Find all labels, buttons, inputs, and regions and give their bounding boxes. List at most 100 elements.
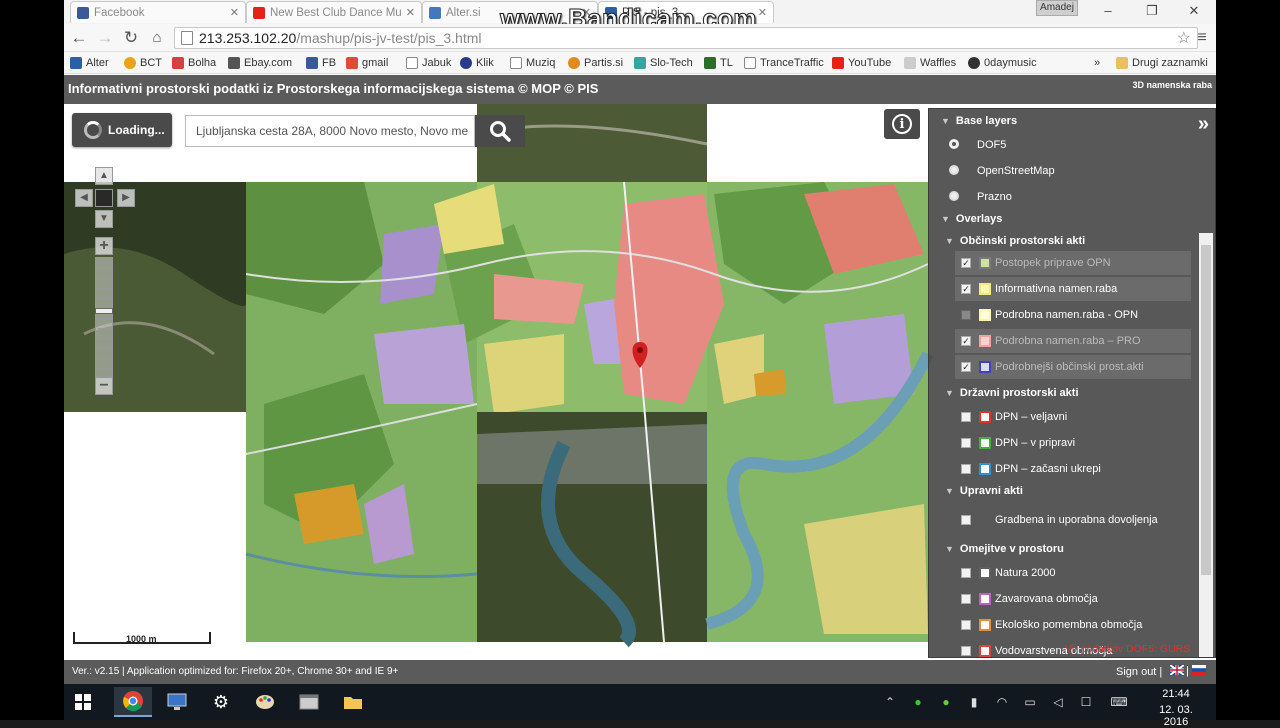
checkbox[interactable] — [961, 594, 971, 604]
checkbox[interactable]: ✓ — [961, 284, 971, 294]
address-search-input[interactable] — [185, 115, 475, 147]
overlay-ekolosko-pomembna[interactable]: Ekološko pomembna območja — [955, 613, 1191, 637]
bookmark-youtube[interactable]: YouTube — [832, 55, 891, 71]
tab-facebook[interactable]: Facebook ✕ — [70, 1, 246, 23]
pan-left-button[interactable]: ◀ — [75, 189, 93, 207]
taskbar-app[interactable] — [158, 687, 196, 717]
bookmark-star-icon[interactable]: ☆ — [1177, 28, 1191, 48]
close-icon[interactable]: ✕ — [758, 6, 767, 19]
3d-landuse-link[interactable]: 3D namenska raba — [1132, 80, 1212, 90]
checkbox[interactable] — [961, 646, 971, 656]
scrollbar-thumb[interactable] — [1201, 245, 1211, 575]
address-bar[interactable]: 213.253.102.20 /mashup/pis-jv-test/pis_3… — [174, 27, 1198, 49]
bookmark-ebay[interactable]: Ebay.com — [228, 55, 292, 71]
maximize-button[interactable]: ❐ — [1142, 3, 1162, 19]
overlay-postopek-priprave-opn[interactable]: ✓ Postopek priprave OPN — [955, 251, 1191, 275]
overlay-scrollbar[interactable] — [1199, 233, 1213, 657]
tab-youtube[interactable]: New Best Club Dance Mu ✕ — [246, 1, 422, 23]
tray-app-icon[interactable]: ● — [938, 694, 954, 710]
bookmark-waffles[interactable]: Waffles — [904, 55, 956, 71]
checkbox[interactable] — [961, 310, 971, 320]
bookmark-trancetraffic[interactable]: TranceTraffic — [744, 55, 824, 71]
checkbox[interactable]: ✓ — [961, 362, 971, 372]
taskbar-paint[interactable] — [246, 687, 284, 717]
radio-prazno[interactable] — [949, 191, 959, 201]
bookmark-slotech[interactable]: Slo-Tech — [634, 55, 693, 71]
overlay-natura-2000[interactable]: Natura 2000 — [955, 561, 1191, 585]
checkbox[interactable] — [961, 412, 971, 422]
english-flag-icon[interactable] — [1170, 665, 1184, 675]
overlay-dpn-veljavni[interactable]: DPN – veljavni — [955, 405, 1191, 429]
slovenian-flag-icon[interactable] — [1192, 665, 1206, 675]
pan-down-button[interactable]: ▼ — [95, 210, 113, 228]
close-icon[interactable]: ✕ — [406, 6, 415, 19]
volume-icon[interactable]: ◁ — [1050, 694, 1066, 710]
checkbox[interactable]: ✓ — [961, 258, 971, 268]
overlay-dpn-zacasni-ukrepi[interactable]: DPN – začasni ukrepi — [955, 457, 1191, 481]
pan-up-button[interactable]: ▲ — [95, 167, 113, 185]
checkbox[interactable] — [961, 438, 971, 448]
keyboard-icon[interactable]: ⌨ — [1108, 694, 1130, 710]
close-window-button[interactable]: ✕ — [1184, 3, 1204, 19]
forward-button[interactable]: → — [94, 27, 116, 49]
pan-right-button[interactable]: ▶ — [117, 189, 135, 207]
taskbar-explorer[interactable] — [334, 687, 372, 717]
tray-device-icon[interactable]: ▮ — [966, 694, 982, 710]
overlay-podrobna-namen-raba-opn[interactable]: Podrobna namen.raba - OPN — [955, 303, 1191, 327]
loading-button[interactable]: Loading... — [72, 113, 172, 147]
bookmark-partis[interactable]: Partis.si — [568, 55, 623, 71]
info-button[interactable]: i — [884, 109, 920, 139]
search-button[interactable] — [475, 115, 525, 147]
start-button[interactable] — [64, 687, 102, 717]
close-icon[interactable]: ✕ — [230, 6, 239, 19]
overlay-dpn-v-pripravi[interactable]: DPN – v pripravi — [955, 431, 1191, 455]
clock-time[interactable]: 21:44 — [1146, 688, 1206, 700]
bookmark-gmail[interactable]: gmail — [346, 55, 388, 71]
overlay-informativna-namen-raba[interactable]: ✓ Informativna namen.raba — [955, 277, 1191, 301]
bookmark-fb[interactable]: FB — [306, 55, 336, 71]
settings-icon[interactable]: ⚙ — [202, 687, 240, 717]
checkbox[interactable]: ✓ — [961, 336, 971, 346]
profile-button[interactable]: Amadej — [1036, 0, 1078, 16]
bookmark-bolha[interactable]: Bolha — [172, 55, 216, 71]
bookmarks-overflow-button[interactable]: » — [1094, 55, 1100, 71]
chevron-up-icon[interactable]: ⌃ — [882, 694, 898, 710]
back-button[interactable]: ← — [68, 27, 90, 49]
checkbox[interactable] — [961, 515, 971, 525]
menu-icon[interactable]: ≡ — [1192, 28, 1212, 48]
zoom-slider-track[interactable] — [95, 257, 113, 377]
zoom-in-button[interactable]: + — [95, 237, 113, 255]
other-bookmarks-folder[interactable]: Drugi zaznamki — [1116, 55, 1208, 71]
bookmark-alter[interactable]: Alter — [70, 55, 109, 71]
overlay-gradbena-dovoljenja[interactable]: Gradbena in uporabna dovoljenja — [955, 505, 1191, 535]
notifications-icon[interactable]: ☐ — [1078, 694, 1094, 710]
taskbar-window-app[interactable] — [290, 687, 328, 717]
bookmark-tl[interactable]: TL — [704, 55, 733, 71]
reload-button[interactable]: ↻ — [120, 27, 142, 49]
radio-openstreetmap[interactable] — [949, 165, 959, 175]
overlay-zavarovana-obmocja[interactable]: Zavarovana območja — [955, 587, 1191, 611]
bookmark-bct[interactable]: BCT — [124, 55, 162, 71]
collapse-panel-icon[interactable]: » — [1198, 113, 1209, 136]
tray-app-icon[interactable]: ● — [910, 694, 926, 710]
battery-icon[interactable]: ▭ — [1022, 694, 1038, 710]
bookmark-muziq[interactable]: Muziq — [510, 55, 555, 71]
overlay-podrobna-namen-raba-pro[interactable]: ✓ Podrobna namen.raba – PRO — [955, 329, 1191, 353]
bookmark-klik[interactable]: Klik — [460, 55, 494, 71]
checkbox[interactable] — [961, 620, 971, 630]
checkbox[interactable] — [961, 464, 971, 474]
zoom-slider-handle[interactable] — [95, 308, 113, 314]
world-icon[interactable] — [95, 189, 113, 207]
home-button[interactable]: ⌂ — [146, 27, 168, 49]
minimize-button[interactable]: – — [1098, 3, 1118, 19]
sign-out-link[interactable]: Sign out | — [1116, 666, 1162, 678]
bookmark-jabuk[interactable]: Jabuk — [406, 55, 451, 71]
checkbox[interactable] — [961, 568, 971, 578]
map-view[interactable]: Loading... i ▲ ◀ ▶ ▼ + — [64, 104, 1216, 660]
bookmark-0daymusic[interactable]: 0daymusic — [968, 55, 1037, 71]
wifi-icon[interactable]: ◠ — [994, 694, 1010, 710]
radio-dof5[interactable] — [949, 139, 959, 149]
clock-date[interactable]: 12. 03. 2016 — [1146, 704, 1206, 728]
overlay-podrobnejsi-obcinski-akti[interactable]: ✓ Podrobnejši občinski prost.akti — [955, 355, 1191, 379]
taskbar-chrome[interactable] — [114, 687, 152, 717]
